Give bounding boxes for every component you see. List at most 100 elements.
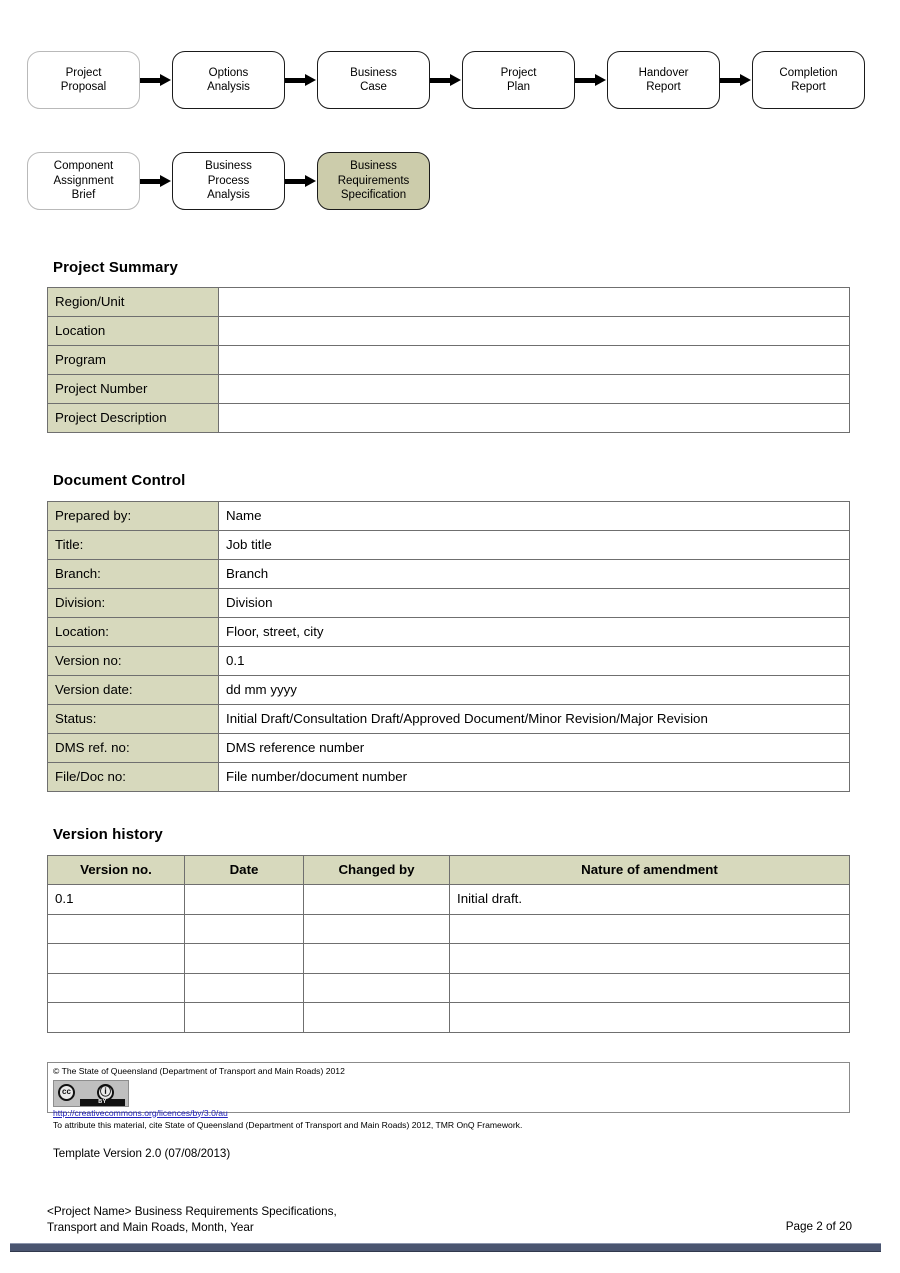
table-row: Location: Floor, street, city xyxy=(47,617,850,647)
row-label: Project Number xyxy=(47,374,219,404)
flow-node-project-proposal[interactable]: Project Proposal xyxy=(27,51,140,109)
arrow-right-icon xyxy=(140,72,172,88)
row-value[interactable]: Initial Draft/Consultation Draft/Approve… xyxy=(218,704,850,734)
flow-node-business-process-analysis[interactable]: Business Process Analysis xyxy=(172,152,285,210)
row-label: Region/Unit xyxy=(47,287,219,317)
row-value[interactable]: File number/document number xyxy=(218,762,850,792)
row-value[interactable] xyxy=(218,403,850,433)
row-value[interactable]: Job title xyxy=(218,530,850,560)
row-label: Prepared by: xyxy=(47,501,219,531)
table-row: Status: Initial Draft/Consultation Draft/… xyxy=(47,704,850,734)
row-value[interactable]: Division xyxy=(218,588,850,618)
table-row: Prepared by: Name xyxy=(47,501,850,531)
table-cell[interactable] xyxy=(449,1002,850,1033)
table-row: Title: Job title xyxy=(47,530,850,560)
row-label: Title: xyxy=(47,530,219,560)
flowchart-row-secondary: Component Assignment Brief Business Process… xyxy=(27,152,430,210)
table-cell[interactable]: 0.1 xyxy=(47,884,185,915)
table-cell[interactable]: Initial draft. xyxy=(449,884,850,915)
footer-document-title: <Project Name> Business Requirements Spe… xyxy=(47,1205,337,1234)
table-cell[interactable] xyxy=(303,972,450,1003)
table-row xyxy=(47,943,850,974)
flow-node-business-requirements-specification[interactable]: Business Requirements Specification xyxy=(317,152,430,210)
table-row: Branch: Branch xyxy=(47,559,850,589)
version-history-heading: Version history xyxy=(53,826,163,843)
project-summary-body: Region/Unit Location Program Project Number… xyxy=(47,287,850,433)
table-cell[interactable] xyxy=(449,943,850,974)
row-label: DMS ref. no: xyxy=(47,733,219,763)
table-cell[interactable] xyxy=(449,913,850,944)
page-footer: <Project Name> Business Requirements Spe… xyxy=(47,1204,852,1235)
table-cell[interactable] xyxy=(303,884,450,915)
row-value[interactable]: dd mm yyyy xyxy=(218,675,850,705)
table-cell[interactable] xyxy=(449,972,850,1003)
row-value[interactable] xyxy=(218,345,850,375)
table-cell[interactable] xyxy=(303,1002,450,1033)
table-row: Project Number xyxy=(47,374,850,404)
row-label: Version date: xyxy=(47,675,219,705)
flow-node-business-case[interactable]: Business Case xyxy=(317,51,430,109)
table-cell[interactable] xyxy=(47,943,185,974)
row-value[interactable]: 0.1 xyxy=(218,646,850,676)
table-cell[interactable] xyxy=(184,1002,304,1033)
template-version-label: Template Version 2.0 (07/08/2013) xyxy=(53,1147,231,1160)
project-summary-heading: Project Summary xyxy=(53,259,178,276)
attribution-statement: To attribute this material, cite State o… xyxy=(53,1120,523,1131)
creative-commons-badge-icon: cc ⓘ BY xyxy=(53,1079,129,1107)
document-control-heading: Document Control xyxy=(53,472,186,489)
table-cell[interactable] xyxy=(184,972,304,1003)
document-control-table: Prepared by: Name Title: Job title Branch: Br… xyxy=(47,501,850,792)
table-row: DMS ref. no: DMS reference number xyxy=(47,733,850,763)
row-label: Division: xyxy=(47,588,219,618)
table-header-row: Version no. Date Changed by Nature of amend… xyxy=(47,855,850,885)
flow-node-label: Options Analysis xyxy=(207,66,250,93)
flow-node-project-plan[interactable]: Project Plan xyxy=(462,51,575,109)
row-label: Location: xyxy=(47,617,219,647)
creative-commons-licence-link[interactable]: http://creativecommons.org/licences/by/3… xyxy=(53,1108,228,1120)
table-cell[interactable] xyxy=(47,1002,185,1033)
row-value[interactable] xyxy=(218,316,850,346)
table-cell[interactable] xyxy=(303,943,450,974)
project-summary-table: Region/Unit Location Program Project Number… xyxy=(47,287,850,433)
flow-node-label: Business Process Analysis xyxy=(205,160,252,202)
cc-icon: cc xyxy=(58,1083,75,1101)
cc-by-label: BY xyxy=(80,1098,125,1106)
row-value[interactable] xyxy=(218,374,850,404)
row-value[interactable]: Floor, street, city xyxy=(218,617,850,647)
table-row xyxy=(47,972,850,1003)
table-row: Version date: dd mm yyyy xyxy=(47,675,850,705)
flow-node-label: Business Requirements Specification xyxy=(337,160,410,202)
arrow-right-icon xyxy=(285,173,317,189)
table-cell[interactable] xyxy=(184,943,304,974)
table-row: Project Description xyxy=(47,403,850,433)
version-history-table: Version no. Date Changed by Nature of amend… xyxy=(47,855,850,1033)
version-history-header: Version no. Date Changed by Nature of amend… xyxy=(47,855,850,885)
row-value[interactable]: Name xyxy=(218,501,850,531)
table-cell[interactable] xyxy=(303,913,450,944)
arrow-right-icon xyxy=(140,173,172,189)
table-row: Program xyxy=(47,345,850,375)
row-value[interactable] xyxy=(218,287,850,317)
flow-node-completion-report[interactable]: Completion Report xyxy=(752,51,865,109)
table-row: Division: Division xyxy=(47,588,850,618)
flow-node-handover-report[interactable]: Handover Report xyxy=(607,51,720,109)
row-label: Branch: xyxy=(47,559,219,589)
flow-node-component-assignment-brief[interactable]: Component Assignment Brief xyxy=(27,152,140,210)
footer-page-number: Page 2 of 20 xyxy=(785,1219,852,1233)
table-cell[interactable] xyxy=(184,913,304,944)
table-row: Version no: 0.1 xyxy=(47,646,850,676)
row-label: Location xyxy=(47,316,219,346)
table-row: Location xyxy=(47,316,850,346)
table-row: File/Doc no: File number/document number xyxy=(47,762,850,792)
row-value[interactable]: DMS reference number xyxy=(218,733,850,763)
table-row: 0.1 Initial draft. xyxy=(47,884,850,915)
document-page: Project Proposal Options Analysis Business… xyxy=(0,0,900,1273)
row-value[interactable]: Branch xyxy=(218,559,850,589)
row-label: Version no: xyxy=(47,646,219,676)
table-cell[interactable] xyxy=(184,884,304,915)
table-cell[interactable] xyxy=(47,913,185,944)
table-cell[interactable] xyxy=(47,972,185,1003)
arrow-right-icon xyxy=(720,72,752,88)
row-label: File/Doc no: xyxy=(47,762,219,792)
flow-node-options-analysis[interactable]: Options Analysis xyxy=(172,51,285,109)
